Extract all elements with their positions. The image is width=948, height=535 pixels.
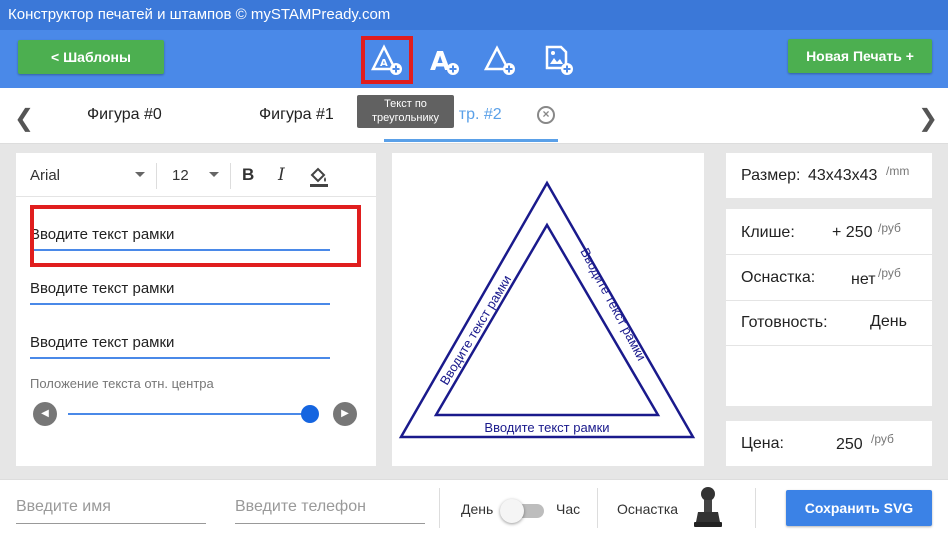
add-triangle-text-tool[interactable]: A xyxy=(361,36,413,84)
total-price: Цена: 250 /руб xyxy=(726,421,932,466)
bottom-edge-text: Вводите текст рамки xyxy=(484,420,609,435)
active-tab-indicator xyxy=(384,139,558,142)
divider xyxy=(755,488,756,528)
mount-value: нет xyxy=(851,271,876,288)
slider-right-icon[interactable]: ▶ xyxy=(333,402,357,426)
add-triangle-tool[interactable] xyxy=(474,36,526,84)
mount-label: Оснастка: xyxy=(741,269,816,286)
svg-text:A: A xyxy=(380,58,388,69)
svg-text:A: A xyxy=(430,47,450,76)
size-dropdown-caret-icon[interactable] xyxy=(209,172,219,177)
font-dropdown-caret-icon[interactable] xyxy=(135,172,145,177)
left-edge-text: Вводите текст рамки xyxy=(437,273,514,388)
ready-label: Готовность: xyxy=(741,314,828,331)
stamp-preview[interactable]: Вводите текст рамки Вводите текст рамки … xyxy=(392,153,704,466)
urgency-toggle-knob[interactable] xyxy=(500,499,524,523)
mount-option-label: Оснастка xyxy=(617,501,679,517)
divider xyxy=(156,163,157,189)
templates-button[interactable]: < Шаблоны xyxy=(18,40,164,74)
position-label: Положение текста отн. центра xyxy=(30,376,214,391)
tab-figure-1[interactable]: Фигура #1 xyxy=(259,106,334,124)
tab-figure-0[interactable]: Фигура #0 xyxy=(87,106,162,124)
stamp-mount-icon[interactable] xyxy=(692,486,724,530)
fill-color-icon[interactable] xyxy=(308,165,330,187)
format-toolbar: Arial 12 B I xyxy=(16,153,376,197)
tool-tooltip: Текст по треугольнику xyxy=(357,95,454,128)
window-title: Конструктор печатей и штампов © mySTAMPr… xyxy=(0,0,948,30)
day-label: День xyxy=(461,501,494,517)
triangle-text-add-icon: A xyxy=(371,44,402,75)
triangle-add-icon xyxy=(484,45,515,75)
price-breakdown: Клише: + 250 /руб Оснастка: нет /руб Гот… xyxy=(726,209,932,406)
add-image-tool[interactable] xyxy=(532,36,584,84)
close-tab-icon[interactable]: × xyxy=(537,106,555,124)
cliche-value: + 250 xyxy=(832,224,873,241)
price-label: Цена: xyxy=(741,435,784,452)
size-value: 43x43x43 xyxy=(808,167,878,184)
divider xyxy=(230,163,231,189)
price-unit: /руб xyxy=(871,432,894,446)
image-add-icon xyxy=(545,45,573,75)
text-editor-panel: Arial 12 B I Вводите текст рамки Вводите… xyxy=(16,153,376,466)
size-select[interactable]: 12 xyxy=(172,167,189,184)
phone-input[interactable]: Введите телефон xyxy=(235,494,425,524)
divider xyxy=(726,300,932,301)
divider xyxy=(726,254,932,255)
add-text-tool[interactable]: A xyxy=(418,36,470,84)
divider xyxy=(597,488,598,528)
cliche-unit: /руб xyxy=(878,221,901,235)
figure-tabs: ❮ Фигура #0 Фигура #1 ст тр. #2 × ❯ xyxy=(0,88,948,144)
name-input[interactable]: Введите имя xyxy=(16,494,206,524)
size-label: Размер: xyxy=(741,167,801,184)
size-unit: /mm xyxy=(886,164,910,178)
position-slider-knob[interactable] xyxy=(301,405,319,423)
position-slider-track[interactable] xyxy=(68,413,314,415)
toolbar: < Шаблоны A A Новая Печать + xyxy=(0,30,948,88)
highlight-box xyxy=(30,205,361,267)
right-edge-text: Вводите текст рамки xyxy=(577,245,649,363)
mount-unit: /руб xyxy=(878,266,901,280)
frame-text-input-3[interactable]: Вводите текст рамки xyxy=(30,329,330,359)
order-footer: Введите имя Введите телефон День Час Осн… xyxy=(0,479,948,535)
frame-text-input-2[interactable]: Вводите текст рамки xyxy=(30,275,330,305)
ready-value: День xyxy=(870,313,907,330)
size-info: Размер: 43x43x43 /mm xyxy=(726,153,932,198)
cliche-label: Клише: xyxy=(741,224,795,241)
font-select[interactable]: Arial xyxy=(30,167,60,184)
divider xyxy=(726,345,932,346)
save-svg-button[interactable]: Сохранить SVG xyxy=(786,490,932,526)
divider xyxy=(439,488,440,528)
tabs-prev-arrow-icon[interactable]: ❮ xyxy=(14,104,34,133)
new-stamp-button[interactable]: Новая Печать + xyxy=(788,39,932,73)
price-value: 250 xyxy=(836,436,863,453)
bold-button[interactable]: B xyxy=(242,165,254,185)
tabs-next-arrow-icon[interactable]: ❯ xyxy=(918,104,938,133)
slider-left-icon[interactable]: ◀ xyxy=(33,402,57,426)
italic-button[interactable]: I xyxy=(278,165,285,185)
text-add-icon: A xyxy=(430,47,459,76)
hour-label: Час xyxy=(556,501,581,517)
triangle-stamp-svg: Вводите текст рамки Вводите текст рамки … xyxy=(398,180,696,439)
